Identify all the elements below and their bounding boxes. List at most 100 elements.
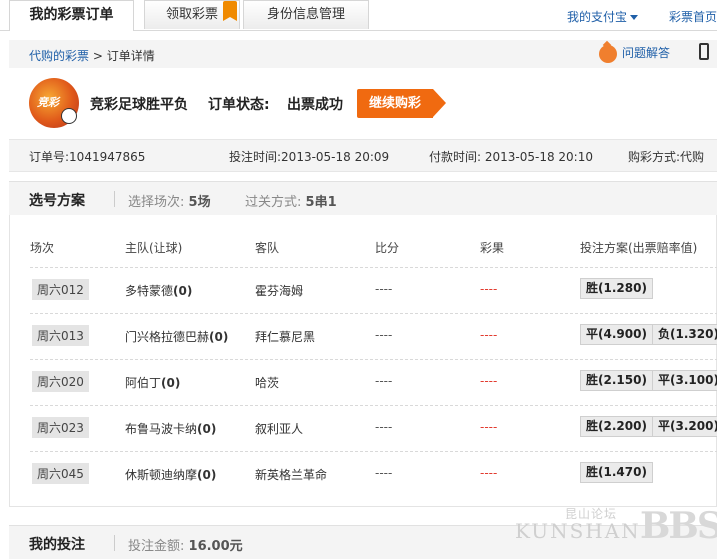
matches-count: 选择场次: 5场 — [128, 191, 211, 210]
tab-identity[interactable]: 身份信息管理 — [243, 0, 369, 29]
matches-value: 5场 — [188, 195, 211, 210]
tab-label: 我的彩票订单 — [29, 7, 114, 23]
continue-buying-button[interactable]: 继续购彩 — [357, 89, 446, 118]
table-row: 周六020 阿伯丁(0) 哈茨 ---- ---- 胜(2.150) 平(3.1… — [30, 359, 717, 406]
score: ---- — [375, 466, 393, 480]
chevron-down-icon — [630, 15, 639, 20]
alipay-link-label: 我的支付宝 — [567, 10, 628, 24]
amount-label: 投注金额: — [128, 539, 185, 554]
match-week: 周六023 — [32, 417, 89, 438]
divider — [114, 191, 115, 207]
handicap: (0) — [197, 422, 217, 436]
bet-amount: 投注金额: 16.00元 — [128, 535, 243, 554]
buy-mode: 购彩方式:代购 — [628, 150, 705, 164]
score: ---- — [375, 282, 393, 296]
amount-value: 16.00元 — [188, 539, 243, 554]
home-team: 阿伯丁(0) — [125, 374, 180, 391]
pass-label: 过关方式: — [245, 195, 302, 210]
col-header-score: 比分 — [375, 241, 400, 255]
match-week: 周六045 — [32, 463, 89, 484]
home-team: 门兴格拉德巴赫(0) — [125, 328, 228, 345]
pass-value: 5串1 — [305, 195, 337, 210]
divider — [114, 535, 115, 551]
ribbon-icon — [223, 1, 237, 21]
col-header-result: 彩果 — [480, 241, 505, 255]
match-week: 周六013 — [32, 325, 89, 346]
away-team: 哈茨 — [255, 376, 280, 390]
faq-link[interactable]: 问题解答 — [599, 44, 670, 63]
score: ---- — [375, 420, 393, 434]
watermark-big-text: KUNSHAN — [515, 519, 641, 543]
match-week: 周六020 — [32, 371, 89, 392]
tab-label: 身份信息管理 — [266, 7, 345, 22]
tab-my-orders[interactable]: 我的彩票订单 — [9, 0, 134, 31]
away-team: 叙利亚人 — [255, 422, 304, 436]
game-title: 竞彩足球胜平负 — [90, 97, 188, 113]
table-row: 周六045 休斯顿迪纳摩(0) 新英格兰革命 ---- ---- 胜(1.470… — [30, 451, 717, 498]
pass-mode: 过关方式: 5串1 — [245, 191, 337, 210]
score: ---- — [375, 374, 393, 388]
col-header-away: 客队 — [255, 241, 280, 255]
home-name: 多特蒙德 — [125, 284, 174, 298]
bet-time: 投注时间:2013-05-18 20:09 — [229, 150, 390, 164]
breadcrumb-bar: 代购的彩票 > 订单详情 问题解答 — [9, 40, 717, 68]
result: ---- — [480, 466, 498, 480]
match-table: 场次 主队(让球) 客队 比分 彩果 投注方案(出票赔率值) 周六012 多特蒙… — [9, 215, 717, 507]
jingcai-logo: 竞彩 — [29, 78, 79, 128]
handicap: (0) — [173, 284, 193, 298]
bet-option: 胜(1.470) — [580, 462, 653, 483]
home-team: 布鲁马波卡纳(0) — [125, 420, 216, 437]
bet-option: 胜(2.200) — [580, 416, 653, 437]
breadcrumb: 代购的彩票 > 订单详情 — [29, 47, 155, 64]
away-team: 拜仁慕尼黑 — [255, 330, 316, 344]
order-status-label: 订单状态: — [208, 97, 270, 113]
score: ---- — [375, 328, 393, 342]
forum-watermark: 昆山论坛 KUNSHAN BBS — [515, 505, 717, 547]
home-name: 门兴格拉德巴赫 — [125, 330, 210, 344]
away-team: 霍芬海姆 — [255, 284, 304, 298]
bet-option: 平(3.200) — [652, 416, 717, 437]
order-number: 订单号:1041947865 — [29, 150, 146, 164]
result: ---- — [480, 282, 498, 296]
handicap: (0) — [197, 468, 217, 482]
result: ---- — [480, 420, 498, 434]
bet-option: 负(1.320) — [652, 324, 717, 345]
handicap: (0) — [161, 376, 181, 390]
bet-option: 平(4.900) — [580, 324, 653, 345]
logo-text: 竞彩 — [37, 96, 59, 109]
home-team: 休斯顿迪纳摩(0) — [125, 466, 216, 483]
tab-label: 领取彩票 — [165, 7, 218, 22]
home-name: 休斯顿迪纳摩 — [125, 468, 198, 482]
bet-option: 平(3.100) — [652, 370, 717, 391]
col-header-home: 主队(让球) — [125, 241, 183, 255]
away-team: 新英格兰革命 — [255, 468, 328, 482]
bet-option: 胜(2.150) — [580, 370, 653, 391]
selection-header: 选号方案 选择场次: 5场 过关方式: 5串1 — [9, 181, 717, 215]
table-row: 周六013 门兴格拉德巴赫(0) 拜仁慕尼黑 ---- ---- 平(4.900… — [30, 313, 717, 360]
order-info-bar: 订单号:1041947865 投注时间:2013-05-18 20:09 付款时… — [9, 139, 717, 172]
alipay-link[interactable]: 我的支付宝 — [567, 8, 639, 25]
result: ---- — [480, 328, 498, 342]
football-icon — [61, 108, 77, 124]
breadcrumb-parent[interactable]: 代购的彩票 — [29, 49, 89, 63]
breadcrumb-current: 订单详情 — [106, 49, 155, 63]
tab-claim-lottery[interactable]: 领取彩票 — [144, 0, 240, 29]
my-bet-title: 我的投注 — [29, 537, 85, 553]
result: ---- — [480, 374, 498, 388]
home-name: 阿伯丁 — [125, 376, 162, 390]
phone-icon[interactable] — [699, 43, 709, 60]
watermark-bbs-text: BBS — [640, 505, 717, 547]
match-week: 周六012 — [32, 279, 89, 300]
table-row: 周六012 多特蒙德(0) 霍芬海姆 ---- ---- 胜(1.280) — [30, 267, 717, 314]
home-name: 布鲁马波卡纳 — [125, 422, 198, 436]
selection-title: 选号方案 — [29, 193, 85, 209]
handicap: (0) — [209, 330, 229, 344]
tab-bar: 我的彩票订单 领取彩票 身份信息管理 我的支付宝 彩票首页 — [0, 0, 717, 31]
matches-label: 选择场次: — [128, 195, 185, 210]
home-team: 多特蒙德(0) — [125, 282, 192, 299]
breadcrumb-sep: > — [92, 49, 103, 63]
lottery-home-link[interactable]: 彩票首页 — [669, 8, 717, 25]
chat-bubble-icon — [599, 44, 617, 63]
bet-option: 胜(1.280) — [580, 278, 653, 299]
faq-label: 问题解答 — [622, 46, 671, 60]
